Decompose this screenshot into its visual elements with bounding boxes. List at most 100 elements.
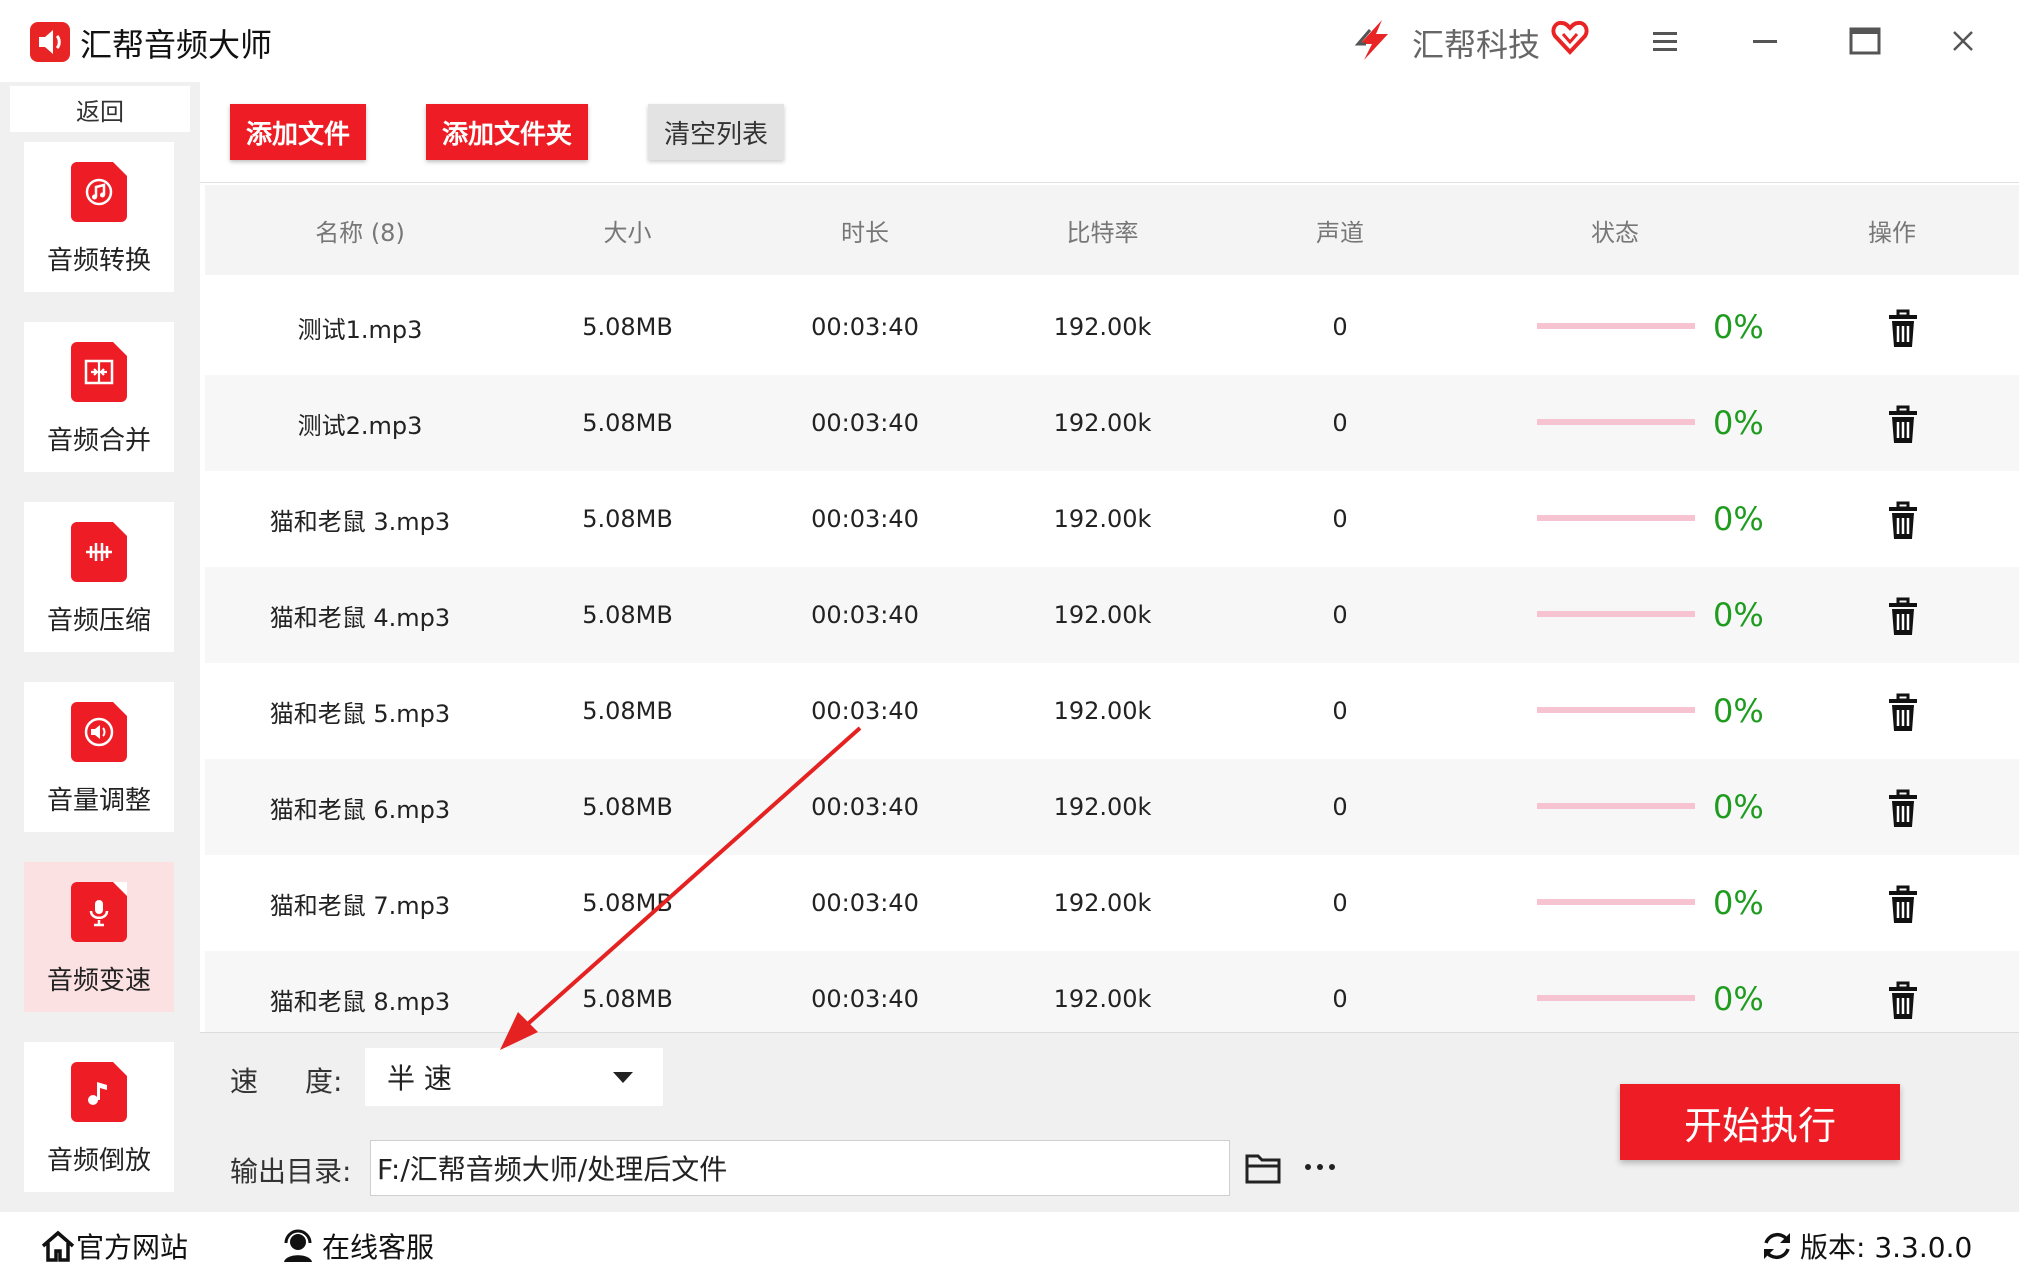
table-row[interactable]: 猫和老鼠 4.mp3 5.08MB 00:03:40 192.00k 0 0% <box>205 567 2019 663</box>
progress-percent: 0% <box>1713 788 1764 826</box>
column-header-duration[interactable]: 时长 <box>740 185 990 275</box>
progress-bar <box>1537 803 1695 809</box>
cell-channel: 0 <box>1332 889 1348 917</box>
table-row[interactable]: 测试2.mp3 5.08MB 00:03:40 192.00k 0 0% <box>205 375 2019 471</box>
progress-bar <box>1537 323 1695 329</box>
chevron-down-icon <box>613 1072 633 1083</box>
vip-heart-icon[interactable] <box>1550 18 1590 58</box>
table-row[interactable]: 猫和老鼠 7.mp3 5.08MB 00:03:40 192.00k 0 0% <box>205 855 2019 951</box>
cell-duration: 00:03:40 <box>811 409 919 437</box>
cell-channel: 0 <box>1332 793 1348 821</box>
sidebar-item-volume[interactable]: 音量调整 <box>24 682 174 832</box>
cell-name: 测试2.mp3 <box>297 411 423 440</box>
delete-icon[interactable] <box>1885 981 1921 1021</box>
cell-channel: 0 <box>1332 601 1348 629</box>
add-file-button[interactable]: 添加文件 <box>230 104 366 160</box>
column-header-name[interactable]: 名称 (8) <box>205 185 515 275</box>
cell-channel: 0 <box>1332 313 1348 341</box>
start-button[interactable]: 开始执行 <box>1620 1084 1900 1160</box>
progress-percent: 0% <box>1713 692 1764 730</box>
title-bar <box>0 0 2019 83</box>
table-header: 名称 (8) 大小 时长 比特率 声道 状态 操作 <box>205 185 2019 275</box>
delete-icon[interactable] <box>1885 693 1921 733</box>
table-row[interactable]: 猫和老鼠 5.mp3 5.08MB 00:03:40 192.00k 0 0% <box>205 663 2019 759</box>
sidebar-item-label: 音频转换 <box>46 246 151 276</box>
cell-bitrate: 192.00k <box>1053 889 1152 917</box>
cell-bitrate: 192.00k <box>1053 505 1152 533</box>
cell-bitrate: 192.00k <box>1053 409 1152 437</box>
cell-size: 5.08MB <box>582 409 673 437</box>
more-options-icon[interactable] <box>1300 1150 1340 1184</box>
cell-size: 5.08MB <box>582 313 673 341</box>
sidebar-item-label: 音频合并 <box>46 426 151 456</box>
menu-icon[interactable] <box>1640 18 1690 64</box>
delete-icon[interactable] <box>1885 885 1921 925</box>
cell-channel: 0 <box>1332 697 1348 725</box>
cell-bitrate: 192.00k <box>1053 601 1152 629</box>
progress-percent: 0% <box>1713 500 1764 538</box>
speed-select-value: 半 速 <box>387 1062 452 1095</box>
cell-size: 5.08MB <box>582 601 673 629</box>
delete-icon[interactable] <box>1885 501 1921 541</box>
maximize-icon[interactable] <box>1840 18 1890 64</box>
cell-channel: 0 <box>1332 409 1348 437</box>
delete-icon[interactable] <box>1885 309 1921 349</box>
cell-name: 猫和老鼠 4.mp3 <box>269 603 451 632</box>
audio-merge-icon <box>71 342 127 402</box>
delete-icon[interactable] <box>1885 405 1921 445</box>
progress-bar <box>1537 995 1695 1001</box>
close-icon[interactable] <box>1938 18 1988 64</box>
support-link[interactable]: 在线客服 <box>280 1226 434 1266</box>
sidebar-item-audio-reverse[interactable]: 音频倒放 <box>24 1042 174 1192</box>
version-info[interactable]: 版本: 3.3.0.0 <box>1760 1226 1972 1266</box>
table-row[interactable]: 猫和老鼠 6.mp3 5.08MB 00:03:40 192.00k 0 0% <box>205 759 2019 855</box>
clear-list-button[interactable]: 清空列表 <box>648 104 784 160</box>
support-link-label: 在线客服 <box>322 1231 435 1264</box>
sidebar-item-audio-merge[interactable]: 音频合并 <box>24 322 174 472</box>
output-dir-label: 输出目录: <box>230 1155 352 1188</box>
website-link[interactable]: 官方网站 <box>40 1226 188 1266</box>
volume-icon <box>71 702 127 762</box>
output-dir-input[interactable]: F:/汇帮音频大师/处理后文件 <box>370 1140 1230 1196</box>
table-row[interactable]: 猫和老鼠 3.mp3 5.08MB 00:03:40 192.00k 0 0% <box>205 471 2019 567</box>
add-folder-button[interactable]: 添加文件夹 <box>426 104 588 160</box>
cell-duration: 00:03:40 <box>811 313 919 341</box>
sidebar-item-audio-compress[interactable]: 音频压缩 <box>24 502 174 652</box>
progress-bar <box>1537 419 1695 425</box>
delete-icon[interactable] <box>1885 597 1921 637</box>
app-speaker-icon <box>30 22 70 62</box>
speed-label: 速 <box>230 1065 259 1098</box>
version-label: 版本: 3.3.0.0 <box>1800 1231 1973 1264</box>
cell-size: 5.08MB <box>582 505 673 533</box>
progress-bar <box>1537 707 1695 713</box>
brand-logo-icon <box>1352 18 1396 62</box>
music-note-icon <box>71 1062 127 1122</box>
sidebar-item-label: 音量调整 <box>46 786 151 816</box>
folder-icon[interactable] <box>1244 1148 1284 1186</box>
cell-name: 测试1.mp3 <box>297 315 423 344</box>
sidebar-item-audio-speed[interactable]: 音频变速 <box>24 862 174 1012</box>
progress-bar <box>1537 515 1695 521</box>
website-link-label: 官方网站 <box>76 1231 189 1264</box>
cell-name: 猫和老鼠 6.mp3 <box>269 795 451 824</box>
home-icon <box>41 1230 75 1262</box>
table-row[interactable]: 测试1.mp3 5.08MB 00:03:40 192.00k 0 0% <box>205 279 2019 375</box>
progress-bar <box>1537 611 1695 617</box>
column-header-size[interactable]: 大小 <box>515 185 740 275</box>
sidebar-item-audio-convert[interactable]: 音频转换 <box>24 142 174 292</box>
audio-compress-icon <box>71 522 127 582</box>
column-header-bitrate[interactable]: 比特率 <box>990 185 1215 275</box>
cell-channel: 0 <box>1332 505 1348 533</box>
delete-icon[interactable] <box>1885 789 1921 829</box>
progress-bar <box>1537 899 1695 905</box>
column-header-channel[interactable]: 声道 <box>1215 185 1465 275</box>
minimize-icon[interactable] <box>1740 18 1790 64</box>
app-title: 汇帮音频大师 <box>80 26 273 64</box>
cell-duration: 00:03:40 <box>811 601 919 629</box>
progress-percent: 0% <box>1713 884 1764 922</box>
microphone-icon <box>71 882 127 942</box>
column-header-status[interactable]: 状态 <box>1465 185 1765 275</box>
progress-percent: 0% <box>1713 596 1764 634</box>
sidebar-item-label: 音频变速 <box>46 966 151 996</box>
back-button[interactable]: 返回 <box>10 86 190 132</box>
